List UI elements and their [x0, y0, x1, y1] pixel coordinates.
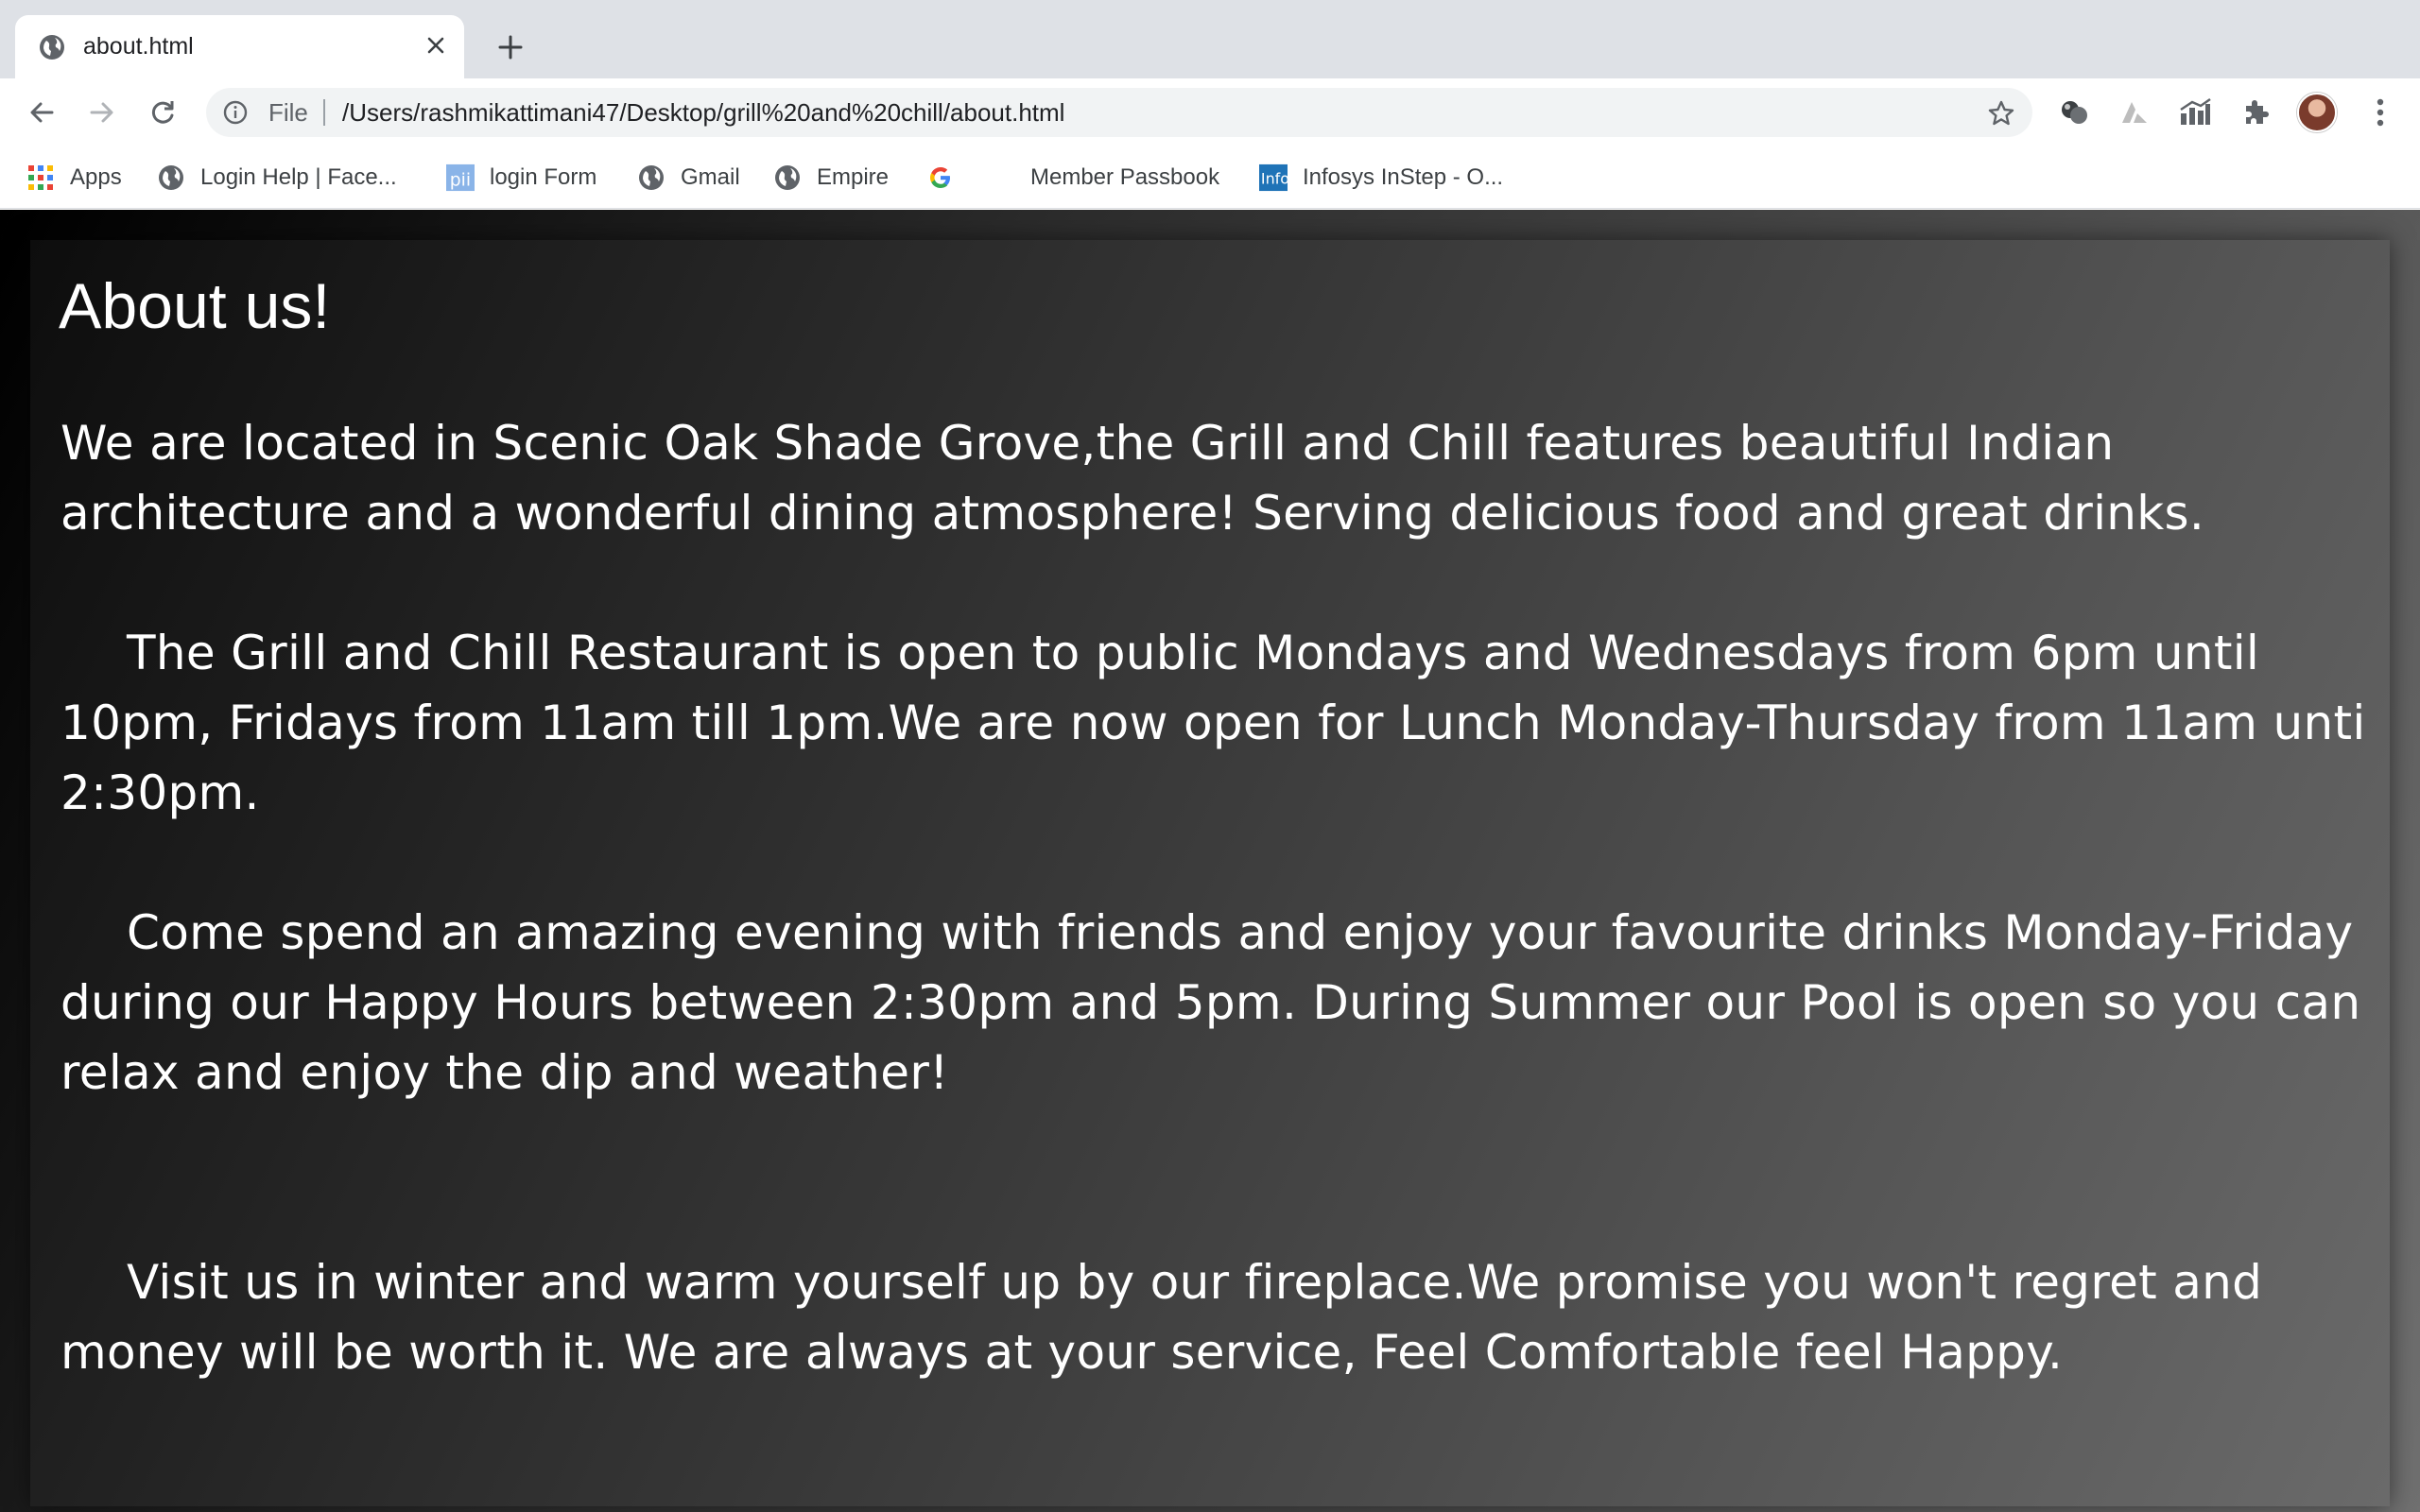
- svg-text:pii: pii: [450, 170, 471, 190]
- close-icon[interactable]: [419, 28, 453, 62]
- profile-avatar[interactable]: [2297, 93, 2337, 132]
- back-arrow-icon[interactable]: [21, 92, 62, 133]
- bookmark-label: Member Passbook: [1030, 164, 1220, 190]
- url-scheme: File: [268, 98, 308, 127]
- address-bar[interactable]: File /Users/rashmikattimani47/Desktop/gr…: [206, 88, 2032, 137]
- puzzle-icon[interactable]: [2238, 95, 2273, 129]
- infosys-icon: Info: [1259, 163, 1288, 192]
- bookmark-label: Infosys InStep - O...: [1303, 164, 1504, 190]
- bookmark-empire[interactable]: Empire: [773, 159, 889, 197]
- tab-title: about.html: [83, 33, 194, 60]
- extension-triangle-icon[interactable]: [2118, 95, 2152, 129]
- bookmark-gmail[interactable]: Gmail: [637, 159, 740, 197]
- paragraph-hours: The Grill and Chill Restaurant is open t…: [60, 626, 2366, 820]
- plus-icon[interactable]: [492, 28, 529, 66]
- bookmark-login-form[interactable]: pii login Form: [446, 159, 596, 197]
- extension-chart-icon[interactable]: [2178, 95, 2212, 129]
- page-viewport: About us! We are located in Scenic Oak S…: [0, 210, 2420, 1512]
- bookmark-label: login Form: [490, 164, 597, 190]
- reload-icon[interactable]: [142, 92, 183, 133]
- paragraph-winter: Visit us in winter and warm yourself up …: [60, 1255, 2263, 1380]
- browser-toolbar: File /Users/rashmikattimani47/Desktop/gr…: [0, 78, 2420, 146]
- bookmark-infosys-instep[interactable]: Info Infosys InStep - O...: [1259, 159, 1503, 197]
- globe-icon: [773, 163, 802, 192]
- pii-icon: pii: [446, 163, 475, 192]
- forward-arrow-icon[interactable]: [81, 92, 123, 133]
- paragraph-location: We are located in Scenic Oak Shade Grove…: [60, 416, 2205, 541]
- star-icon[interactable]: [1987, 99, 2015, 128]
- url-text[interactable]: /Users/rashmikattimani47/Desktop/grill%2…: [342, 98, 1064, 127]
- address-separator: [323, 99, 325, 126]
- bookmark-label: Login Help | Face...: [200, 164, 397, 190]
- tab-about[interactable]: about.html: [15, 15, 464, 78]
- page-title: About us!: [59, 270, 331, 342]
- bookmark-google[interactable]: [926, 159, 970, 197]
- google-g-icon: [926, 163, 955, 192]
- globe-icon: [637, 163, 666, 192]
- bookmarks-bar: Apps Login Help | Face... pii login Form…: [0, 146, 2420, 209]
- bookmark-label: Gmail: [681, 164, 740, 190]
- tab-strip: about.html: [0, 0, 2420, 78]
- globe-icon: [38, 33, 66, 61]
- paragraph-happy-hours: Come spend an amazing evening with frien…: [60, 905, 2361, 1100]
- bookmark-label: Apps: [70, 164, 122, 190]
- bookmark-login-help[interactable]: Login Help | Face...: [157, 159, 397, 197]
- info-icon[interactable]: [223, 100, 248, 125]
- kebab-menu-icon[interactable]: [2363, 94, 2397, 131]
- globe-icon: [157, 163, 185, 192]
- extension-balls-icon[interactable]: [2057, 95, 2091, 129]
- bookmark-member-passbook[interactable]: Member Passbook: [1030, 159, 1219, 197]
- bookmark-label: Empire: [817, 164, 890, 190]
- bookmark-apps[interactable]: Apps: [26, 159, 122, 197]
- svg-text:Info: Info: [1261, 170, 1288, 188]
- apps-grid-icon: [26, 163, 55, 192]
